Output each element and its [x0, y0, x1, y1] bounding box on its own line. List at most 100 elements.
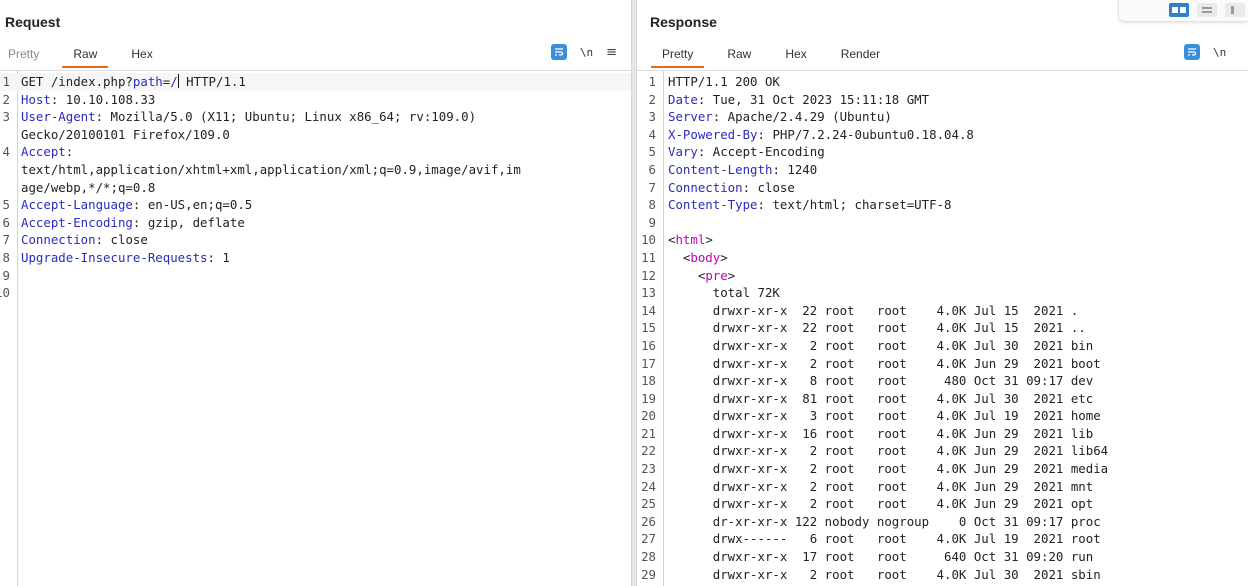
code-text: drwxr-xr-x 2 root root 4.0K Jun 29 2021 … [668, 495, 1093, 513]
request-code-line[interactable]: 5 Accept-Language: en-US,en;q=0.5 [0, 196, 631, 214]
code-token: drwxr-xr-x 22 root root 4.0K Jul 15 2021… [668, 320, 1086, 336]
request-code-line[interactable]: 9 [0, 267, 631, 285]
request-tab-pretty[interactable]: Pretty [0, 40, 56, 68]
response-code-line[interactable]: 7 Connection: close [637, 179, 1248, 197]
header-key: X-Powered-By [668, 126, 758, 142]
request-code-line[interactable]: 2 Host: 10.10.108.33 [0, 91, 631, 109]
response-code-line[interactable]: 6 Content-Length: 1240 [637, 161, 1248, 179]
response-title: Response [650, 14, 717, 30]
code-text: Content-Length: 1240 [668, 161, 817, 179]
line-number: 8 [648, 197, 656, 213]
header-key: Content-Type [668, 197, 758, 213]
code-token: drwxr-xr-x 2 root root 4.0K Jun 29 2021 … [668, 355, 1101, 371]
response-code-line[interactable]: 15 drwxr-xr-x 22 root root 4.0K Jul 15 2… [637, 319, 1248, 337]
response-code-line[interactable]: 10 <html> [637, 231, 1248, 249]
response-code-line[interactable]: 14 drwxr-xr-x 22 root root 4.0K Jul 15 2… [637, 302, 1248, 320]
code-text: drwxr-xr-x 16 root root 4.0K Jun 29 2021… [668, 425, 1093, 443]
code-text: drwxr-xr-x 2 root root 4.0K Jul 30 2021 … [668, 337, 1093, 355]
request-code-line[interactable]: 10 [0, 284, 631, 302]
code-token: : text/html; charset=UTF-8 [757, 197, 952, 213]
code-text: text/html,application/xhtml+xml,applicat… [21, 161, 521, 179]
request-code-line[interactable]: 4 Accept: [0, 143, 631, 161]
code-token: text/html,application/xhtml+xml,applicat… [21, 161, 521, 177]
response-code-line[interactable]: 5 Vary: Accept-Encoding [637, 143, 1248, 161]
response-code-line[interactable]: 18 drwxr-xr-x 8 root root 480 Oct 31 09:… [637, 372, 1248, 390]
code-text: Upgrade-Insecure-Requests: 1 [21, 249, 230, 267]
code-token: : [65, 144, 74, 160]
wrap-lines-icon[interactable] [1184, 44, 1200, 60]
response-tab-raw[interactable]: Raw [710, 40, 768, 68]
response-editor[interactable]: 1 HTTP/1.1 200 OK 2 Date: Tue, 31 Oct 2023 … [637, 70, 1248, 586]
code-token: drwxr-xr-x 2 root root 4.0K Jun 29 2021 … [668, 496, 1094, 512]
response-code-line[interactable]: 26 dr-xr-xr-x 122 nobody nogroup 0 Oct 3… [637, 513, 1248, 531]
response-code-line[interactable]: 11 <body> [637, 249, 1248, 267]
menu-icon[interactable]: ≡ [606, 45, 617, 60]
response-code-line[interactable]: 17 drwxr-xr-x 2 root root 4.0K Jun 29 20… [637, 355, 1248, 373]
line-number: 1 [648, 74, 656, 89]
wrap-lines-icon[interactable] [550, 44, 567, 60]
response-code-line[interactable]: 21 drwxr-xr-x 16 root root 4.0K Jun 29 2… [637, 425, 1248, 443]
line-number: 9 [2, 267, 10, 283]
response-code-line[interactable]: 8 Content-Type: text/html; charset=UTF-8 [637, 196, 1248, 214]
code-text: Content-Type: text/html; charset=UTF-8 [668, 196, 952, 214]
code-token: drwxr-xr-x 17 root root 640 Oct 31 09:20… [668, 549, 1094, 565]
request-tab-hex[interactable]: Hex [114, 40, 169, 68]
response-code-line[interactable]: 19 drwxr-xr-x 81 root root 4.0K Jul 30 2… [637, 390, 1248, 408]
response-code-line[interactable]: 27 drwx------ 6 root root 4.0K Jul 19 20… [637, 530, 1248, 548]
code-text: <html> [668, 231, 713, 249]
request-code-line[interactable]: 1 GET /index.php?path=/ HTTP/1.1 [0, 73, 631, 91]
request-code-line[interactable]: Gecko/20100101 Firefox/109.0 [0, 126, 631, 144]
request-lines: 1 GET /index.php?path=/ HTTP/1.1 2 Host: 10… [0, 73, 631, 302]
code-text: drwxr-xr-x 81 root root 4.0K Jul 30 2021… [668, 390, 1093, 408]
layout-switch-icon [1118, 0, 1248, 22]
request-editor[interactable]: 1 GET /index.php?path=/ HTTP/1.1 2 Host: 10… [0, 70, 631, 586]
response-code-line[interactable]: 23 drwxr-xr-x 2 root root 4.0K Jun 29 20… [637, 460, 1248, 478]
layout-tabs-button[interactable] [1225, 3, 1245, 17]
line-number: 7 [648, 179, 656, 195]
show-newlines-icon[interactable]: \n [1213, 46, 1226, 59]
response-tab-render[interactable]: Render [824, 40, 897, 68]
response-code-line[interactable]: 16 drwxr-xr-x 2 root root 4.0K Jul 30 20… [637, 337, 1248, 355]
code-token: drwxr-xr-x 16 root root 4.0K Jun 29 2021… [668, 425, 1094, 441]
response-code-line[interactable]: 25 drwxr-xr-x 2 root root 4.0K Jun 29 20… [637, 495, 1248, 513]
code-token: drwxr-xr-x 2 root root 4.0K Jul 30 2021 … [668, 566, 1101, 582]
request-code-line[interactable]: 6 Accept-Encoding: gzip, deflate [0, 214, 631, 232]
html-tag: html [675, 232, 706, 248]
response-code-line[interactable]: 13 total 72K [637, 284, 1248, 302]
header-key: Accept [21, 144, 66, 160]
line-number: 18 [641, 373, 656, 389]
response-code-line[interactable]: 2 Date: Tue, 31 Oct 2023 15:11:18 GMT [637, 91, 1248, 109]
header-key: path [132, 74, 163, 89]
response-tab-pretty[interactable]: Pretty [645, 40, 710, 68]
line-number: 4 [2, 144, 10, 160]
request-title: Request [5, 14, 61, 30]
code-text: drwxr-xr-x 8 root root 480 Oct 31 09:17 … [668, 372, 1093, 390]
response-code-line[interactable]: 4 X-Powered-By: PHP/7.2.24-0ubuntu0.18.04… [637, 126, 1248, 144]
response-code-line[interactable]: 9 [637, 214, 1248, 232]
code-token: drwx------ 6 root root 4.0K Jul 19 2021 … [668, 531, 1101, 547]
response-code-line[interactable]: 22 drwxr-xr-x 2 root root 4.0K Jun 29 20… [637, 442, 1248, 460]
code-text: X-Powered-By: PHP/7.2.24-0ubuntu0.18.04.… [668, 126, 974, 144]
response-code-line[interactable]: 29 drwxr-xr-x 2 root root 4.0K Jul 30 20… [637, 566, 1248, 584]
response-code-line[interactable]: 1 HTTP/1.1 200 OK [637, 73, 1248, 91]
response-code-line[interactable]: 12 <pre> [637, 267, 1248, 285]
request-code-line[interactable]: text/html,application/xhtml+xml,applicat… [0, 161, 631, 179]
code-token: drwxr-xr-x 2 root root 4.0K Jun 29 2021 … [668, 443, 1109, 459]
layout-stacked-button[interactable] [1197, 3, 1217, 17]
layout-side-by-side-button[interactable] [1169, 3, 1189, 17]
request-tab-raw[interactable]: Raw [56, 40, 114, 68]
request-code-line[interactable]: 3 User-Agent: Mozilla/5.0 (X11; Ubuntu; L… [0, 108, 631, 126]
show-newlines-icon[interactable]: \n [580, 46, 593, 59]
code-token: < [668, 249, 691, 265]
request-code-line[interactable]: age/webp,*/*;q=0.8 [0, 179, 631, 197]
response-code-line[interactable]: 28 drwxr-xr-x 17 root root 640 Oct 31 09… [637, 548, 1248, 566]
response-tab-hex[interactable]: Hex [768, 40, 823, 68]
response-code-line[interactable]: 20 drwxr-xr-x 3 root root 4.0K Jul 19 20… [637, 407, 1248, 425]
response-code-line[interactable]: 24 drwxr-xr-x 2 root root 4.0K Jun 29 20… [637, 478, 1248, 496]
request-code-line[interactable]: 8 Upgrade-Insecure-Requests: 1 [0, 249, 631, 267]
code-token: : gzip, deflate [132, 214, 245, 230]
request-code-line[interactable]: 7 Connection: close [0, 231, 631, 249]
code-token: > [720, 249, 728, 265]
code-text: Vary: Accept-Encoding [668, 143, 825, 161]
response-code-line[interactable]: 3 Server: Apache/2.4.29 (Ubuntu) [637, 108, 1248, 126]
